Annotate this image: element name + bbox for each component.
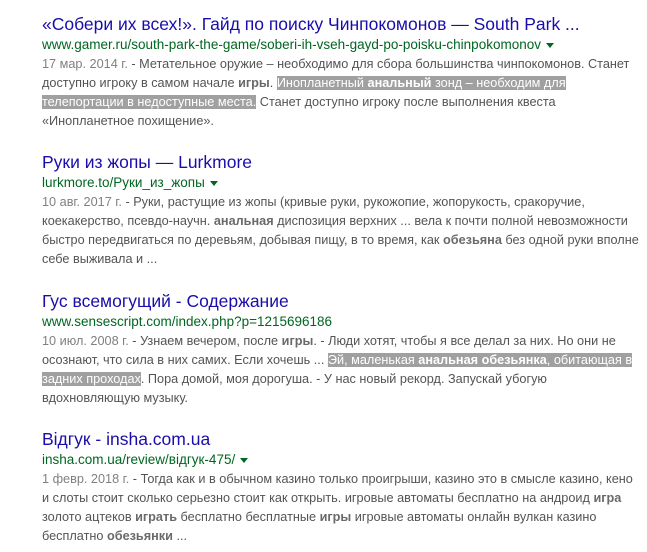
result-item: Гус всемогущий - Содержание www.sensescr… xyxy=(42,290,642,408)
result-url[interactable]: insha.com.ua/review/відгук-475/ xyxy=(42,451,235,469)
result-item: Відгук - insha.com.ua insha.com.ua/revie… xyxy=(42,428,642,546)
result-url[interactable]: www.sensescript.com/index.php?p=12156961… xyxy=(42,313,332,331)
result-title-link[interactable]: Руки из жопы — Lurkmore xyxy=(42,151,642,173)
result-item: «Собери их всех!». Гайд по поиску Чинпок… xyxy=(42,13,642,131)
caret-down-icon[interactable] xyxy=(240,458,249,463)
result-snippet: 10 июл. 2008 г. - Узнаем вечером, после … xyxy=(42,334,633,405)
result-snippet: 1 февр. 2018 г. - Тогда как и в обычном … xyxy=(42,472,633,543)
result-url-line: www.gamer.ru/south-park-the-game/soberi-… xyxy=(42,36,642,54)
result-url-line: www.sensescript.com/index.php?p=12156961… xyxy=(42,313,642,331)
result-url-line: insha.com.ua/review/відгук-475/ xyxy=(42,451,642,469)
result-title-link[interactable]: Відгук - insha.com.ua xyxy=(42,428,642,450)
result-date: 17 мар. 2014 г. xyxy=(42,57,128,71)
caret-down-icon[interactable] xyxy=(545,43,554,48)
result-url[interactable]: www.gamer.ru/south-park-the-game/soberi-… xyxy=(42,36,541,54)
result-title-link[interactable]: «Собери их всех!». Гайд по поиску Чинпок… xyxy=(42,13,642,35)
result-date: 10 июл. 2008 г. xyxy=(42,334,129,348)
result-snippet: 10 авг. 2017 г. - Руки, растущие из жопы… xyxy=(42,195,639,266)
search-results: «Собери их всех!». Гайд по поиску Чинпок… xyxy=(0,0,647,552)
result-snippet: 17 мар. 2014 г. - Метательное оружие – н… xyxy=(42,57,630,128)
result-date: 1 февр. 2018 г. xyxy=(42,472,130,486)
result-date: 10 авг. 2017 г. xyxy=(42,195,122,209)
caret-down-icon[interactable] xyxy=(209,181,218,186)
result-url[interactable]: lurkmore.to/Руки_из_жопы xyxy=(42,174,205,192)
result-url-line: lurkmore.to/Руки_из_жопы xyxy=(42,174,642,192)
result-title-link[interactable]: Гус всемогущий - Содержание xyxy=(42,290,642,312)
result-item: Руки из жопы — Lurkmore lurkmore.to/Руки… xyxy=(42,151,642,269)
